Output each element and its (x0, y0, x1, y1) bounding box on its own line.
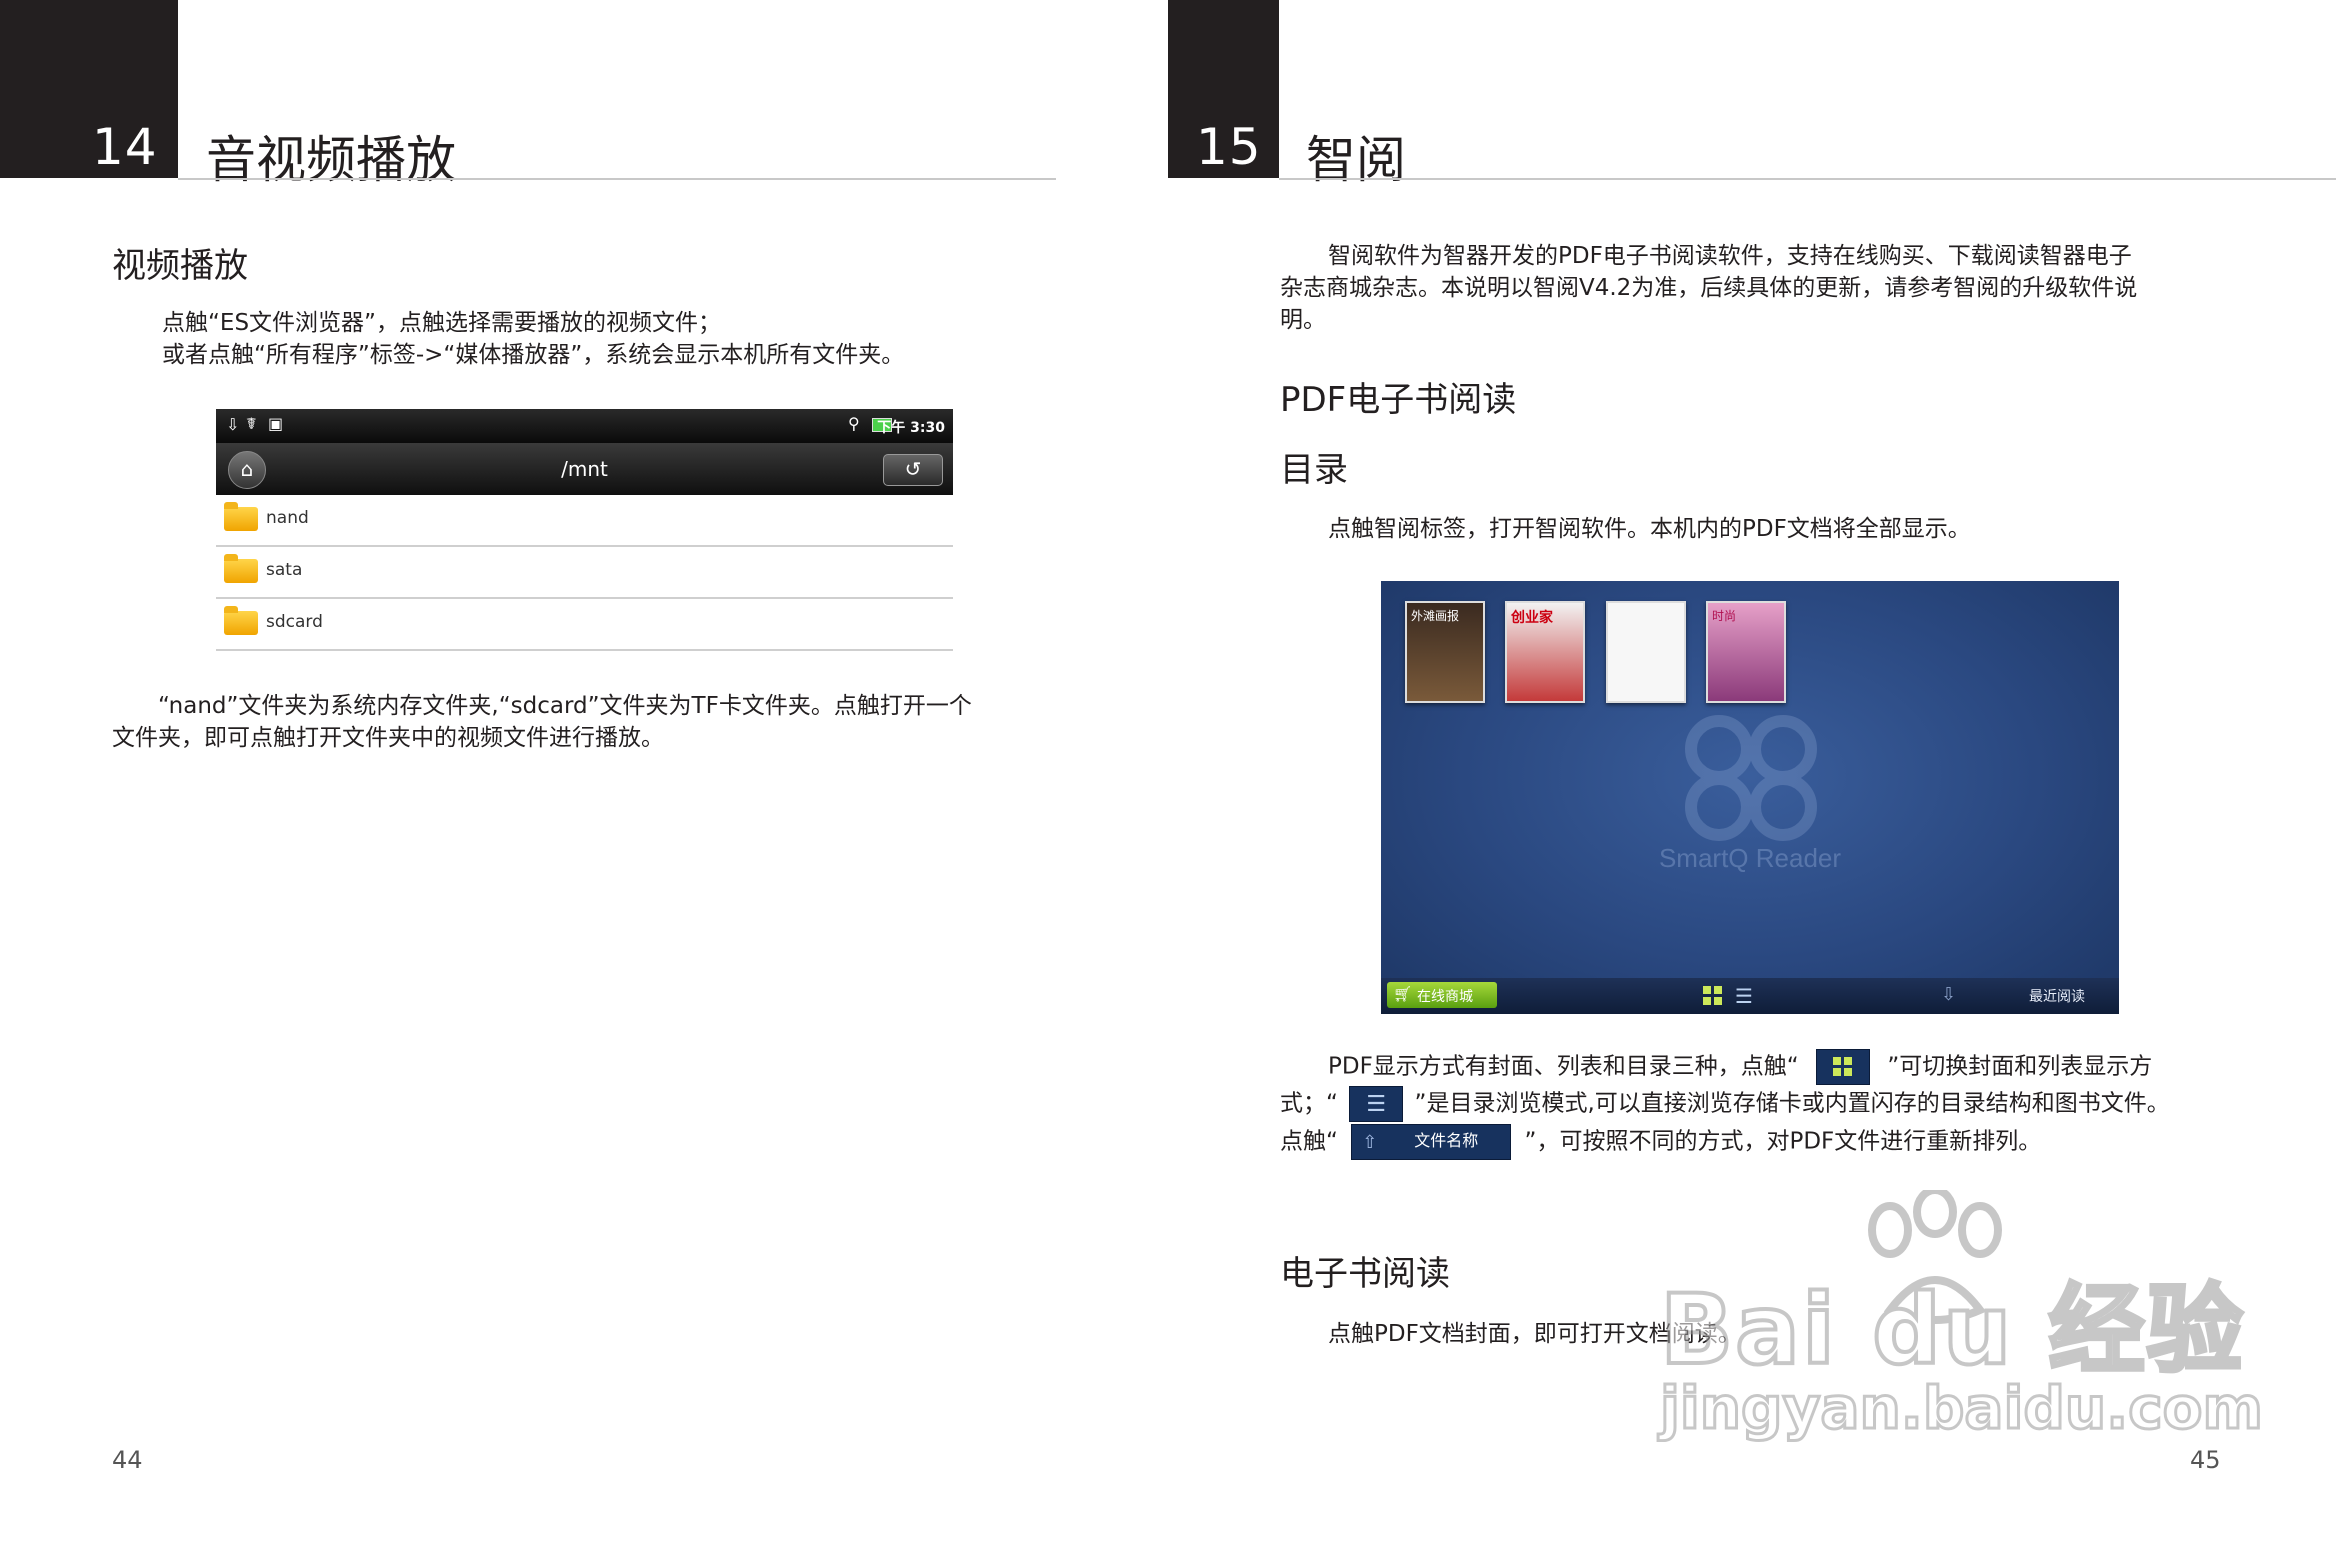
folder-row-sata[interactable]: sata (216, 547, 953, 599)
folder-row-nand[interactable]: nand (216, 495, 953, 547)
path-bar: ⌂ /mnt ↺ (216, 443, 953, 495)
status-bar: ⇩ ☤ ▣ ⚲ 下午 3:30 (216, 409, 953, 443)
grid-icon (1833, 1057, 1853, 1077)
cover-title: 外滩画报 (1411, 609, 1460, 623)
sort-by-name-label: 文件名称 (1414, 1131, 1479, 1150)
chapter-rule (178, 178, 1056, 180)
display-line2-b: ”是目录浏览模式,可以直接浏览存储卡或内置闪存的目录结构和图书文件。 (1414, 1090, 2170, 1117)
para-catalog: 点触智阅标签，打开智阅软件。本机内的PDF文档将全部显示。 (1328, 516, 1971, 542)
baidu-watermark: Bai du 经验 jingyan.baidu.com (1658, 1190, 2264, 1460)
page-number-left: 44 (112, 1446, 143, 1474)
section-title-video: 视频播放 (112, 246, 248, 286)
chapter-14-block: 14 (0, 0, 178, 178)
file-browser-screenshot: ⇩ ☤ ▣ ⚲ 下午 3:30 ⌂ /mnt ↺ nand sata sdcar (216, 409, 953, 653)
reader-screenshot: 外滩画报 创业家 时尚 SmartQ Reader 🛒︎ 在线商城 ☰ ⇩ 最近… (1381, 581, 2119, 1014)
para1-line2: 或者点触“所有程序”标签->“媒体播放器”，系统会显示本机所有文件夹。 (162, 342, 905, 368)
folder-name: sdcard (266, 612, 323, 632)
watermark-url: jingyan.baidu.com (1659, 1373, 2265, 1444)
cover-title: 创业家 (1511, 610, 1553, 626)
chapter-15-block: 15 (1168, 0, 1279, 178)
usb-icon: ⇩ (226, 415, 240, 434)
left-page: 14 音视频播放 视频播放 点触“ES文件浏览器”，点触选择需要播放的视频文件；… (0, 0, 1168, 1542)
folder-icon (224, 606, 258, 635)
para2-line1: “nand”文件夹为系统内存文件夹,“sdcard”文件夹为TF卡文件夹。点触打… (158, 693, 972, 719)
cover-document-3[interactable] (1606, 601, 1686, 703)
intro-line2: 杂志商城杂志。本说明以智阅V4.2为准，后续具体的更新，请参考智阅的升级软件说 (1280, 275, 2138, 301)
sort-arrow-icon[interactable]: ⇩ (1941, 984, 1956, 1005)
smartq-logo-text: SmartQ Reader (1658, 843, 1842, 873)
watermark-brand: Bai du 经验 (1658, 1272, 2245, 1388)
display-line2: 式；“ ☰ ”是目录浏览模式,可以直接浏览存储卡或内置闪存的目录结构和图书文件。 (1280, 1086, 2170, 1122)
chapter-title: 智阅 (1306, 131, 1406, 189)
folder-name: nand (266, 508, 309, 528)
smartq-logo-mark (1685, 715, 1817, 841)
online-store-button[interactable]: 🛒︎ 在线商城 (1387, 982, 1497, 1008)
cover-view-inline-icon (1816, 1049, 1871, 1085)
sort-by-name-inline-button: ⇧ 文件名称 (1351, 1124, 1512, 1160)
reader-toolbar: 🛒︎ 在线商城 ☰ ⇩ 最近阅读 (1381, 978, 2119, 1014)
para1-line1: 点触“ES文件浏览器”，点触选择需要播放的视频文件； (162, 310, 721, 336)
section-title-ebook: 电子书阅读 (1280, 1254, 1450, 1294)
up-arrow-icon: ⇧ (1362, 1132, 1378, 1153)
wifi-icon: ⚲ (848, 414, 860, 433)
chapter-title: 音视频播放 (206, 131, 456, 189)
display-line1: PDF显示方式有封面、列表和目录三种，点触“ ”可切换封面和列表显示方 (1328, 1049, 2152, 1085)
folder-icon (224, 502, 258, 531)
current-path: /mnt (561, 457, 608, 481)
cover-view-icon[interactable] (1703, 986, 1723, 1006)
section-title-catalog: 目录 (1280, 450, 1348, 490)
recent-reading-label[interactable]: 最近阅读 (2029, 986, 2085, 1006)
display-line1-a: PDF显示方式有封面、列表和目录三种，点触“ (1328, 1053, 1799, 1080)
back-button[interactable]: ↺ (883, 454, 943, 486)
back-icon: ↺ (904, 457, 922, 481)
chapter-number: 14 (92, 118, 158, 176)
cover-title: 时尚 (1712, 609, 1737, 623)
display-line1-b: ”可切换封面和列表显示方 (1887, 1053, 2153, 1080)
intro-line1: 智阅软件为智器开发的PDF电子书阅读软件，支持在线购买、下载阅读智器电子 (1328, 243, 2132, 269)
list-view-icon[interactable]: ☰ (1735, 984, 1753, 1008)
display-line3-a: 点触“ (1280, 1128, 1338, 1155)
list-icon: ☰ (1366, 1092, 1386, 1117)
cover-magazine-4[interactable]: 时尚 (1706, 601, 1786, 703)
cover-magazine-2[interactable]: 创业家 (1505, 601, 1585, 703)
folder-icon (224, 554, 258, 583)
chapter-number: 15 (1196, 118, 1262, 176)
cover-magazine-1[interactable]: 外滩画报 (1405, 601, 1485, 703)
cart-icon: 🛒︎ (1393, 985, 1413, 1003)
online-store-label: 在线商城 (1417, 989, 1473, 1005)
display-line2-a: 式；“ (1280, 1090, 1338, 1117)
catalog-view-inline-icon: ☰ (1349, 1086, 1404, 1122)
display-line3-b: ”，可按照不同的方式，对PDF文件进行重新排列。 (1524, 1128, 2042, 1155)
chapter-rule (1279, 178, 2336, 180)
display-line3: 点触“ ⇧ 文件名称 ”，可按照不同的方式，对PDF文件进行重新排列。 (1280, 1124, 2041, 1160)
intro-line3: 明。 (1280, 307, 1326, 333)
section-title-pdf: PDF电子书阅读 (1280, 380, 1517, 420)
android-icon: ▣ (268, 414, 284, 433)
folder-name: sata (266, 560, 303, 580)
folder-row-sdcard[interactable]: sdcard (216, 599, 953, 651)
para2-line2: 文件夹，即可点触打开文件夹中的视频文件进行播放。 (112, 725, 664, 751)
debug-icon: ☤ (246, 414, 257, 433)
status-time: 下午 3:30 (877, 420, 945, 436)
